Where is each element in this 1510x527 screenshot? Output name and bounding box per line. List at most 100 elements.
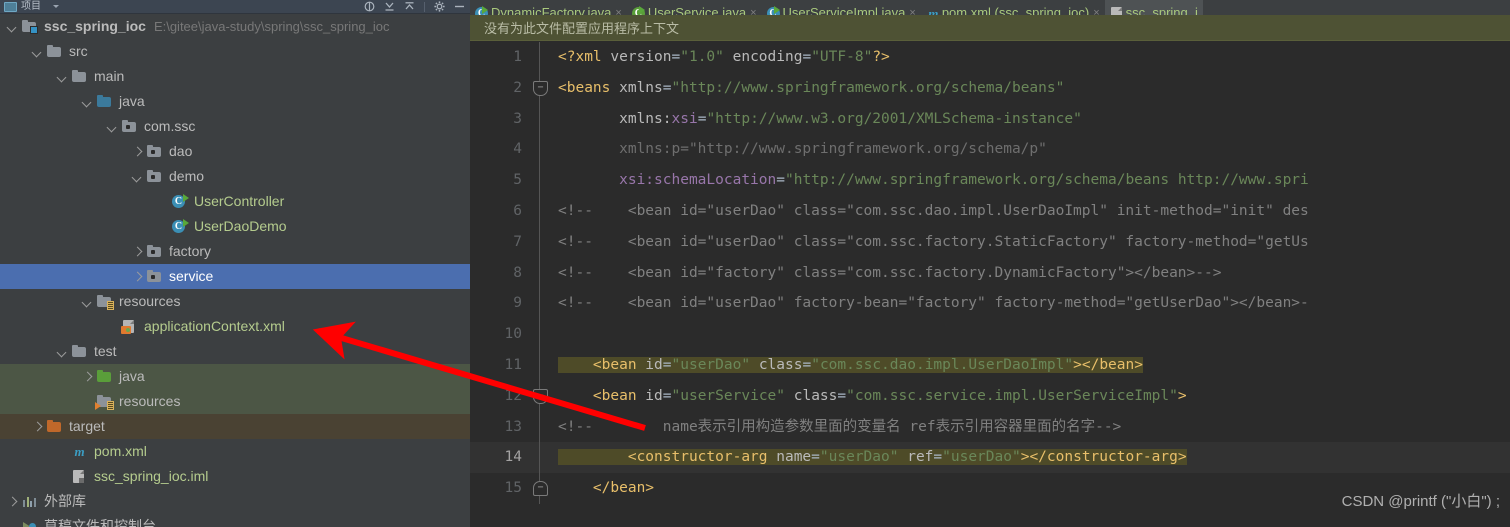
- tree-node-com.ssc[interactable]: com.ssc: [0, 114, 470, 139]
- folder-test-sources-green-icon: [96, 369, 113, 384]
- tree-node-ssc_spring_ioc[interactable]: ssc_spring_ioc E:\gitee\java-study\spring…: [0, 14, 470, 39]
- code-line[interactable]: 3 xmlns:xsi="http://www.w3.org/2001/XMLS…: [470, 103, 1510, 135]
- code-line[interactable]: 2− <beans xmlns="http://www.springframewo…: [470, 72, 1510, 104]
- fold-gutter[interactable]: [532, 165, 548, 196]
- tree-node-pom.xml[interactable]: m pom.xml: [0, 439, 470, 464]
- close-icon[interactable]: ×: [1093, 7, 1099, 16]
- editor-tab-userservice[interactable]: UserService.java×: [627, 0, 762, 15]
- code-text: xmlns:xsi="http://www.w3.org/2001/XMLSch…: [558, 110, 1082, 127]
- fold-gutter[interactable]: [532, 411, 548, 443]
- tree-node-java[interactable]: java: [0, 89, 470, 114]
- tree-node-usercontroller[interactable]: UserController: [0, 189, 470, 214]
- locate-icon[interactable]: [364, 1, 375, 12]
- fold-gutter[interactable]: [532, 349, 548, 381]
- tree-node-userdaodemo[interactable]: UserDaoDemo: [0, 214, 470, 239]
- code-text: <constructor-arg name="userDao" ref="use…: [558, 449, 1187, 466]
- chevron-open-icon[interactable]: [133, 172, 142, 181]
- chevron-open-icon[interactable]: [83, 97, 92, 106]
- chevron-closed-icon[interactable]: [133, 147, 142, 156]
- code-line[interactable]: 14 <constructor-arg name="userDao" ref="…: [470, 442, 1510, 474]
- tree-node-dao[interactable]: dao: [0, 139, 470, 164]
- editor-tab-ssc_spring_i[interactable]: ssc_spring_i: [1104, 0, 1203, 15]
- editor-tab-userserviceimpl[interactable]: UserServiceImpl.java×: [762, 0, 921, 15]
- code-line[interactable]: 7 <!-- <bean id="userDao" class="com.ssc.…: [470, 226, 1510, 258]
- editor-tab-dynamicfactory[interactable]: DynamicFactory.java×: [470, 0, 627, 15]
- close-icon[interactable]: ×: [909, 7, 915, 16]
- code-line[interactable]: 12− <bean id="userService" class="com.ss…: [470, 380, 1510, 412]
- fold-gutter[interactable]: [532, 195, 548, 227]
- tree-node-resources[interactable]: resources: [0, 389, 470, 414]
- tree-node-label: resources: [119, 293, 181, 309]
- project-tree[interactable]: ssc_spring_ioc E:\gitee\java-study\spring…: [0, 14, 470, 527]
- expand-all-icon[interactable]: [404, 1, 415, 12]
- code-text: xmlns:p="http://www.springframework.org/…: [558, 141, 1047, 158]
- minimize-icon[interactable]: [454, 1, 465, 12]
- code-line[interactable]: 11 <bean id="userDao" class="com.ssc.dao…: [470, 349, 1510, 381]
- chevron-open-icon[interactable]: [83, 297, 92, 306]
- tree-node-label: UserController: [194, 193, 285, 209]
- fold-gutter[interactable]: [532, 319, 548, 350]
- code-line[interactable]: 5 xsi:schemaLocation="http://www.springf…: [470, 165, 1510, 196]
- tree-node-applicationcontext.xml[interactable]: applicationContext.xml: [0, 314, 470, 339]
- fold-gutter[interactable]: −: [532, 473, 548, 504]
- code-line[interactable]: 10: [470, 319, 1510, 350]
- tree-node-main[interactable]: main: [0, 64, 470, 89]
- code-line[interactable]: 1 <?xml version="1.0" encoding="UTF-8"?>: [470, 42, 1510, 73]
- iml-module-file-icon: [1109, 6, 1122, 15]
- fold-gutter[interactable]: [532, 288, 548, 320]
- chevron-open-icon[interactable]: [108, 122, 117, 131]
- settings-gear-icon[interactable]: [434, 1, 445, 12]
- tree-node-factory[interactable]: factory: [0, 239, 470, 264]
- chevron-closed-icon[interactable]: [133, 247, 142, 256]
- chevron-open-icon[interactable]: [8, 22, 17, 31]
- tree-node-src[interactable]: src: [0, 39, 470, 64]
- chevron-closed-icon[interactable]: [133, 272, 142, 281]
- fold-collapse-icon[interactable]: −: [533, 388, 548, 404]
- chevron-closed-icon[interactable]: [8, 497, 17, 506]
- code-line[interactable]: 9 <!-- <bean id="userDao" factory-bean="f…: [470, 288, 1510, 320]
- code-line[interactable]: 6 <!-- <bean id="userDao" class="com.ssc.…: [470, 195, 1510, 227]
- line-number: 1: [513, 49, 522, 65]
- tree-node-test[interactable]: test: [0, 339, 470, 364]
- tree-node-target[interactable]: target: [0, 414, 470, 439]
- close-icon[interactable]: ×: [750, 7, 756, 16]
- chevron-open-icon[interactable]: [58, 72, 67, 81]
- fold-collapse-icon[interactable]: −: [533, 80, 548, 96]
- project-pane-toolbar: 项目: [0, 0, 470, 14]
- fold-gutter[interactable]: −: [532, 380, 548, 412]
- chevron-open-icon[interactable]: [33, 47, 42, 56]
- fold-gutter[interactable]: [532, 442, 548, 474]
- tree-node-resources[interactable]: resources: [0, 289, 470, 314]
- editor-tab-bar[interactable]: DynamicFactory.java×UserService.java×Use…: [470, 0, 1510, 15]
- fold-gutter[interactable]: [532, 134, 548, 166]
- tree-node-ssc_spring_ioc.iml[interactable]: ssc_spring_ioc.iml: [0, 464, 470, 489]
- chevron-closed-icon[interactable]: [33, 422, 42, 431]
- fold-gutter[interactable]: [532, 42, 548, 73]
- tree-node-label: test: [94, 343, 117, 359]
- code-line[interactable]: 13 <!-- name表示引用构造参数里面的变量名 ref表示引用容器里面的名字…: [470, 411, 1510, 443]
- code-line[interactable]: 4 xmlns:p="http://www.springframework.or…: [470, 134, 1510, 166]
- tree-node-label: ssc_spring_ioc: [44, 18, 146, 34]
- fold-gutter[interactable]: −: [532, 72, 548, 104]
- code-editor[interactable]: 1 <?xml version="1.0" encoding="UTF-8"?> 2…: [470, 42, 1510, 527]
- chevron-closed-icon[interactable]: [83, 372, 92, 381]
- fold-collapse-icon[interactable]: −: [533, 481, 548, 497]
- tree-node-service[interactable]: service: [0, 264, 470, 289]
- tree-node-java[interactable]: java: [0, 364, 470, 389]
- code-line[interactable]: 8 <!-- <bean id="factory" class="com.ssc.…: [470, 257, 1510, 289]
- tree-node-label: java: [119, 93, 145, 109]
- collapse-all-icon[interactable]: [384, 1, 395, 12]
- tree-node-外部库[interactable]: 外部库: [0, 489, 470, 514]
- tree-node-demo[interactable]: demo: [0, 164, 470, 189]
- editor-tab-pom[interactable]: m pom.xml (ssc_spring_ioc) ×: [921, 0, 1105, 15]
- close-icon[interactable]: ×: [615, 7, 621, 16]
- fold-gutter[interactable]: [532, 226, 548, 258]
- chevron-down-icon[interactable]: [53, 5, 59, 8]
- tree-node-草稿文件和控制台[interactable]: 草稿文件和控制台: [0, 514, 470, 527]
- package-icon: [146, 169, 163, 184]
- fold-gutter[interactable]: [532, 257, 548, 289]
- fold-gutter[interactable]: [532, 103, 548, 135]
- tree-node-label: dao: [169, 143, 193, 159]
- chevron-open-icon[interactable]: [58, 347, 67, 356]
